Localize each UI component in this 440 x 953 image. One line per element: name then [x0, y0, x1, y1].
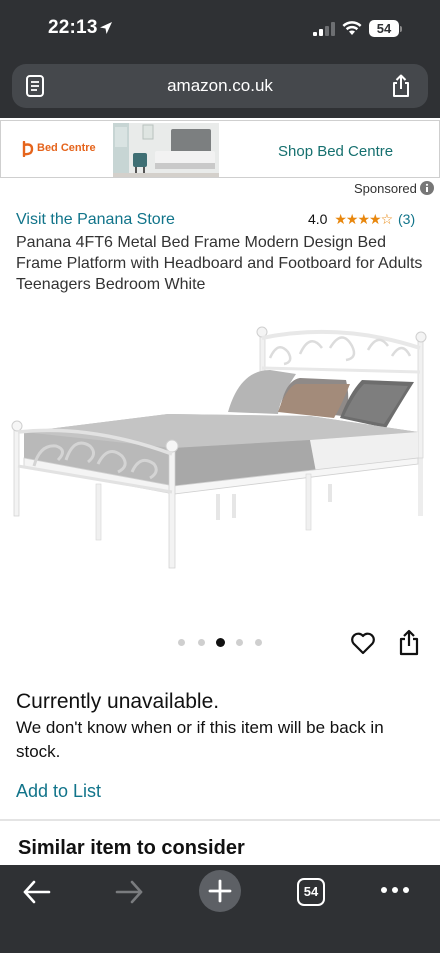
browser-bottom-toolbar: 54: [0, 865, 440, 953]
ad-logo-text: Bed Centre: [37, 142, 96, 154]
carousel-dot[interactable]: [198, 639, 205, 646]
rating-count-link[interactable]: (3): [398, 211, 415, 227]
bed-centre-logo: Bed Centre: [21, 141, 96, 161]
availability-message: We don't know when or if this item will …: [16, 718, 384, 761]
back-arrow-icon[interactable]: [22, 879, 52, 905]
forward-arrow-icon[interactable]: [114, 879, 144, 905]
more-options-icon[interactable]: [380, 885, 410, 895]
carousel-dot-active[interactable]: [216, 638, 225, 647]
plus-icon: [208, 879, 232, 903]
availability-status: Currently unavailable.: [16, 690, 220, 713]
new-tab-button[interactable]: [199, 870, 241, 912]
sponsored-label[interactable]: Sponsored: [354, 181, 417, 196]
status-time: 22:13: [48, 17, 98, 38]
info-icon[interactable]: [420, 181, 434, 195]
browser-top-chrome: 22:13 54 amazon.co.uk: [0, 0, 440, 118]
status-bar: 22:13 54: [0, 0, 440, 58]
visit-store-link[interactable]: Visit the Panana Store: [16, 211, 175, 229]
carousel-dot[interactable]: [255, 639, 262, 646]
rating-value: 4.0: [308, 211, 328, 228]
product-title: Panana 4FT6 Metal Bed Frame Modern Desig…: [16, 234, 423, 293]
star-rating-icon: ★★★★☆: [334, 210, 393, 227]
bed-logo-icon: [22, 141, 34, 157]
share-icon[interactable]: [390, 74, 412, 98]
url-text[interactable]: amazon.co.uk: [12, 64, 428, 108]
similar-items-heading: Similar item to consider: [18, 837, 245, 859]
url-bar[interactable]: amazon.co.uk: [12, 64, 428, 108]
cellular-signal-icon: [313, 22, 335, 36]
sponsored-ad-banner[interactable]: Bed Centre Shop Bed Centre: [0, 120, 440, 178]
ad-cta-link[interactable]: Shop Bed Centre: [278, 143, 393, 160]
rating-summary[interactable]: 4.0 ★★★★☆ (3): [308, 210, 415, 228]
tabs-count-button[interactable]: 54: [297, 878, 325, 906]
battery-icon: 54: [369, 20, 403, 37]
location-arrow-icon: [100, 22, 112, 34]
share-icon[interactable]: [398, 629, 420, 656]
ad-bed-image: [113, 123, 219, 177]
wifi-icon: [342, 21, 362, 35]
battery-level: 54: [369, 20, 399, 37]
add-to-list-link[interactable]: Add to List: [16, 781, 101, 802]
section-divider: [0, 819, 440, 821]
wishlist-heart-icon[interactable]: [350, 631, 376, 655]
carousel-dot[interactable]: [236, 639, 243, 646]
carousel-dot[interactable]: [178, 639, 185, 646]
product-image[interactable]: [0, 308, 440, 608]
